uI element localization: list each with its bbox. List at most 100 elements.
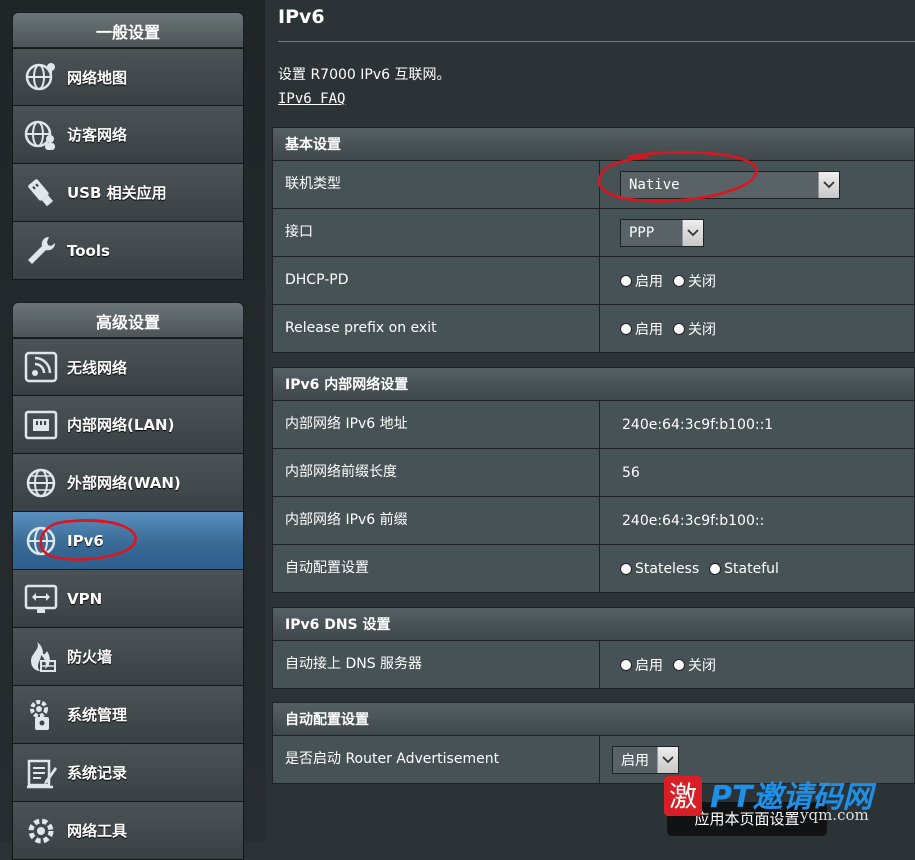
router-adv-cell: 启用: [600, 736, 914, 783]
dhcp-pd-enable-radio[interactable]: 启用: [620, 271, 663, 291]
sidebar-item-label: IPv6: [67, 531, 104, 550]
table-row: 内部网络 IPv6 地址 240e:64:3c9f:b100::1: [272, 401, 915, 449]
table-row: DHCP-PD 启用 关闭: [272, 257, 915, 305]
radio-circle: [673, 274, 685, 287]
stateful-radio[interactable]: Stateful: [709, 561, 779, 577]
system-admin-icon: [21, 695, 61, 735]
radio-label: 关闭: [688, 657, 716, 674]
radio-circle: [673, 322, 685, 335]
connection-type-select[interactable]: Native: [620, 170, 840, 199]
dhcp-pd-disable-radio[interactable]: 关闭: [673, 271, 716, 291]
release-prefix-cell: 启用 关闭: [600, 305, 914, 352]
table-row: Release prefix on exit 启用 关闭: [272, 305, 915, 353]
autoconfig-cell: Stateless Stateful: [600, 545, 914, 592]
ipv6-faq-link[interactable]: IPv6 FAQ: [278, 91, 345, 107]
autoconfig-section: 自动配置设置 是否启动 Router Advertisement 启用: [272, 702, 915, 784]
sidebar-item-wan[interactable]: 外部网络(WAN): [12, 454, 244, 512]
table-row: 内部网络 IPv6 前缀 240e:64:3c9f:b100::: [272, 497, 915, 545]
router-adv-select[interactable]: 启用: [612, 745, 679, 774]
sidebar-item-label: 系统记录: [67, 764, 128, 782]
sidebar-item-label: 系统管理: [67, 706, 128, 724]
radio-label: Stateful: [724, 560, 779, 577]
sidebar-item-network-tools[interactable]: 网络工具: [12, 802, 244, 860]
radio-label: Stateless: [635, 560, 700, 577]
lan-prefix-value: 240e:64:3c9f:b100::: [622, 512, 765, 529]
release-prefix-enable-radio[interactable]: 启用: [620, 319, 663, 339]
chevron-down-icon: [818, 171, 839, 198]
dhcp-pd-label: DHCP-PD: [273, 257, 600, 304]
radio-label: 关闭: [688, 321, 716, 338]
select-value: PPP: [629, 224, 655, 241]
ipv6-dns-section: IPv6 DNS 设置 自动接上 DNS 服务器 启用 关闭: [272, 607, 915, 689]
main-content: IPv6 设置 R7000 IPv6 互联网。 IPv6 FAQ 基本设置 联机…: [265, 0, 915, 842]
system-log-icon: [21, 753, 61, 793]
radio-label: 关闭: [688, 273, 716, 290]
select-value: Native: [629, 176, 680, 193]
sidebar-item-system-admin[interactable]: 系统管理: [12, 686, 244, 744]
sidebar-item-label: 网络地图: [67, 68, 128, 87]
sidebar-item-label: 防火墙: [67, 648, 113, 666]
select-value: 启用: [621, 752, 649, 769]
table-row: 自动接上 DNS 服务器 启用 关闭: [272, 641, 915, 689]
radio-circle: [620, 274, 632, 287]
interface-label: 接口: [273, 209, 600, 256]
wrench-icon: [21, 231, 61, 271]
sidebar-item-wireless[interactable]: 无线网络: [12, 338, 244, 396]
vpn-icon: [21, 579, 61, 619]
wan-globe-icon: [21, 463, 61, 503]
section-header: IPv6 内部网络设置: [272, 367, 915, 401]
radio-label: 启用: [635, 273, 663, 290]
sidebar-item-lan[interactable]: 内部网络(LAN): [12, 396, 244, 454]
section-header: IPv6 DNS 设置: [272, 607, 915, 641]
sidebar-item-tools[interactable]: Tools: [12, 222, 244, 280]
apply-settings-button[interactable]: 应用本页面设置: [667, 802, 827, 836]
table-row: 是否启动 Router Advertisement 启用: [272, 736, 915, 784]
general-settings-header: 一般设置: [12, 12, 244, 48]
sidebar-item-firewall[interactable]: 防火墙: [12, 628, 244, 686]
title-divider: [278, 41, 915, 42]
sidebar: 一般设置 网络地图 访客网络 USB 相关应用 Tools 高级设置 无线网络 …: [0, 0, 265, 860]
sidebar-item-label: 内部网络(LAN): [67, 416, 175, 434]
firewall-icon: [21, 637, 61, 677]
lan-address-label: 内部网络 IPv6 地址: [273, 401, 600, 448]
sidebar-item-label: 网络工具: [67, 822, 128, 840]
radio-label: 启用: [635, 657, 663, 674]
lan-prefix-label: 内部网络 IPv6 前缀: [273, 497, 600, 544]
sidebar-item-vpn[interactable]: VPN: [12, 570, 244, 628]
table-row: 自动配置设置 Stateless Stateful: [272, 545, 915, 593]
auto-dns-disable-radio[interactable]: 关闭: [673, 655, 716, 675]
section-header: 自动配置设置: [272, 702, 915, 736]
lan-icon: [21, 405, 61, 445]
sidebar-item-guest-network[interactable]: 访客网络: [12, 106, 244, 164]
usb-icon: [21, 173, 61, 213]
sidebar-item-ipv6[interactable]: IPv6: [12, 512, 244, 570]
stateless-radio[interactable]: Stateless: [620, 561, 699, 577]
page-description: 设置 R7000 IPv6 互联网。: [278, 67, 451, 83]
sidebar-item-network-map[interactable]: 网络地图: [12, 48, 244, 106]
advanced-settings-header: 高级设置: [12, 302, 244, 338]
chevron-down-icon: [657, 746, 678, 773]
sidebar-item-system-log[interactable]: 系统记录: [12, 744, 244, 802]
basic-settings-section: 基本设置 联机类型 Native 接口 PPP DHCP-PD 启用 关闭 Re…: [272, 127, 915, 353]
guest-network-icon: [21, 115, 61, 155]
router-adv-label: 是否启动 Router Advertisement: [273, 736, 600, 783]
radio-circle: [620, 658, 632, 671]
interface-select[interactable]: PPP: [620, 218, 704, 247]
sidebar-item-label: 访客网络: [67, 126, 128, 144]
table-row: 联机类型 Native: [272, 150, 915, 209]
radio-label: 启用: [635, 321, 663, 338]
release-prefix-disable-radio[interactable]: 关闭: [673, 319, 716, 339]
autoconfig-label: 自动配置设置: [273, 545, 600, 592]
auto-dns-enable-radio[interactable]: 启用: [620, 655, 663, 675]
radio-circle: [620, 322, 632, 335]
sidebar-item-label: VPN: [67, 589, 103, 608]
sidebar-item-label: Tools: [67, 241, 110, 260]
ipv6-icon: [21, 521, 61, 561]
radio-circle: [620, 562, 632, 575]
connection-type-label: 联机类型: [273, 161, 600, 208]
release-prefix-label: Release prefix on exit: [273, 305, 600, 352]
section-header: 基本设置: [272, 127, 915, 161]
chevron-down-icon: [682, 219, 703, 246]
sidebar-item-usb[interactable]: USB 相关应用: [12, 164, 244, 222]
network-tools-icon: [21, 811, 61, 851]
